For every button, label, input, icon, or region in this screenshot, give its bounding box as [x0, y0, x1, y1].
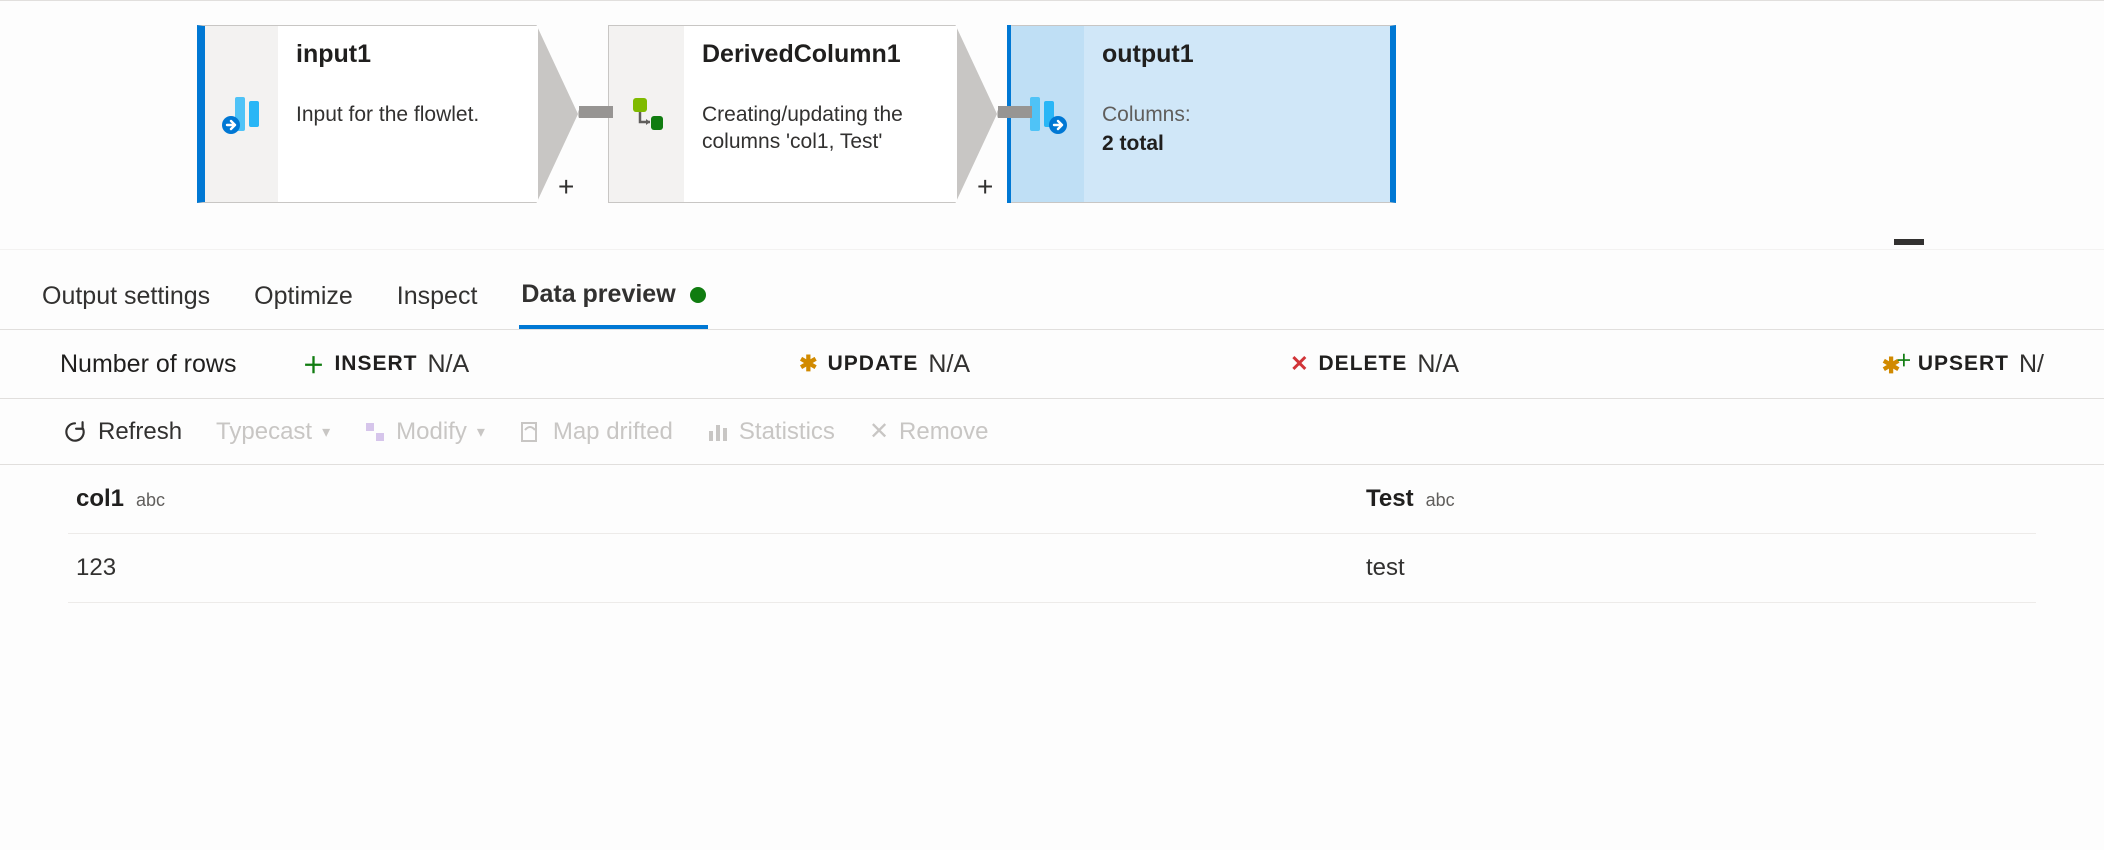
column-header-test[interactable]: Testabc [1366, 485, 2028, 513]
remove-button: ✕ Remove [869, 417, 988, 446]
map-drifted-button: Map drifted [519, 418, 673, 446]
add-step-button-1[interactable]: + [558, 171, 574, 203]
node-title: DerivedColumn1 [702, 40, 975, 69]
number-of-rows-label: Number of rows [60, 350, 236, 379]
column-header-col1[interactable]: col1abc [76, 485, 1366, 513]
tab-data-preview[interactable]: Data preview [519, 280, 707, 329]
node-description: Columns: 2 total [1102, 101, 1370, 158]
modify-icon [364, 421, 386, 443]
stat-insert: ＋ INSERT N/A [302, 348, 469, 380]
node-title: output1 [1102, 40, 1370, 69]
preview-data-table: col1abc Testabc 123 test [0, 465, 2104, 643]
remove-icon: ✕ [869, 417, 889, 446]
cell-test: test [1366, 554, 2028, 582]
table-row[interactable]: 123 test [68, 534, 2036, 603]
detail-tabs: Output settings Optimize Inspect Data pr… [0, 250, 2104, 330]
modify-button: Modify▾ [364, 418, 485, 446]
statistics-button: Statistics [707, 418, 835, 446]
statistics-icon [707, 421, 729, 443]
preview-toolbar: Refresh Typecast▾ Modify▾ Map drifted St… [0, 399, 2104, 465]
node-description: Creating/updating the columns 'col1, Tes… [702, 101, 975, 156]
cell-col1: 123 [76, 554, 1366, 582]
table-header-row: col1abc Testabc [68, 465, 2036, 534]
panel-resize-handle[interactable] [1894, 239, 1924, 245]
derived-column-icon [609, 26, 684, 202]
map-drifted-icon [519, 420, 543, 444]
input-icon [203, 26, 278, 202]
typecast-button: Typecast▾ [216, 418, 330, 446]
node-title: input1 [296, 40, 556, 69]
row-count-summary: Number of rows ＋ INSERT N/A ✱ UPDATE N/A… [0, 330, 2104, 399]
stat-upsert: ✱＋ UPSERT N/ [1886, 350, 2044, 379]
upsert-icon: ✱＋ [1886, 353, 1908, 375]
flow-node-input1[interactable]: input1 Input for the flowlet. [197, 25, 577, 203]
tab-output-settings[interactable]: Output settings [40, 280, 212, 329]
tab-optimize[interactable]: Optimize [252, 280, 355, 329]
connector-2 [998, 106, 1032, 118]
refresh-button[interactable]: Refresh [62, 418, 182, 446]
tab-inspect[interactable]: Inspect [395, 280, 480, 329]
stat-update: ✱ UPDATE N/A [799, 350, 970, 379]
asterisk-icon: ✱ [799, 351, 817, 377]
flow-node-derivedcolumn1[interactable]: DerivedColumn1 Creating/updating the col… [608, 25, 996, 203]
node-description: Input for the flowlet. [296, 101, 556, 128]
plus-icon: ＋ [302, 348, 324, 380]
preview-status-dot [690, 287, 706, 303]
flow-node-output1[interactable]: output1 Columns: 2 total [1008, 25, 1396, 203]
add-step-button-2[interactable]: + [977, 171, 993, 203]
dataflow-canvas[interactable]: input1 Input for the flowlet. + DerivedC… [0, 0, 2104, 250]
connector-1 [579, 106, 613, 118]
x-icon: ✕ [1290, 351, 1308, 377]
stat-delete: ✕ DELETE N/A [1290, 350, 1459, 379]
refresh-icon [62, 419, 88, 445]
